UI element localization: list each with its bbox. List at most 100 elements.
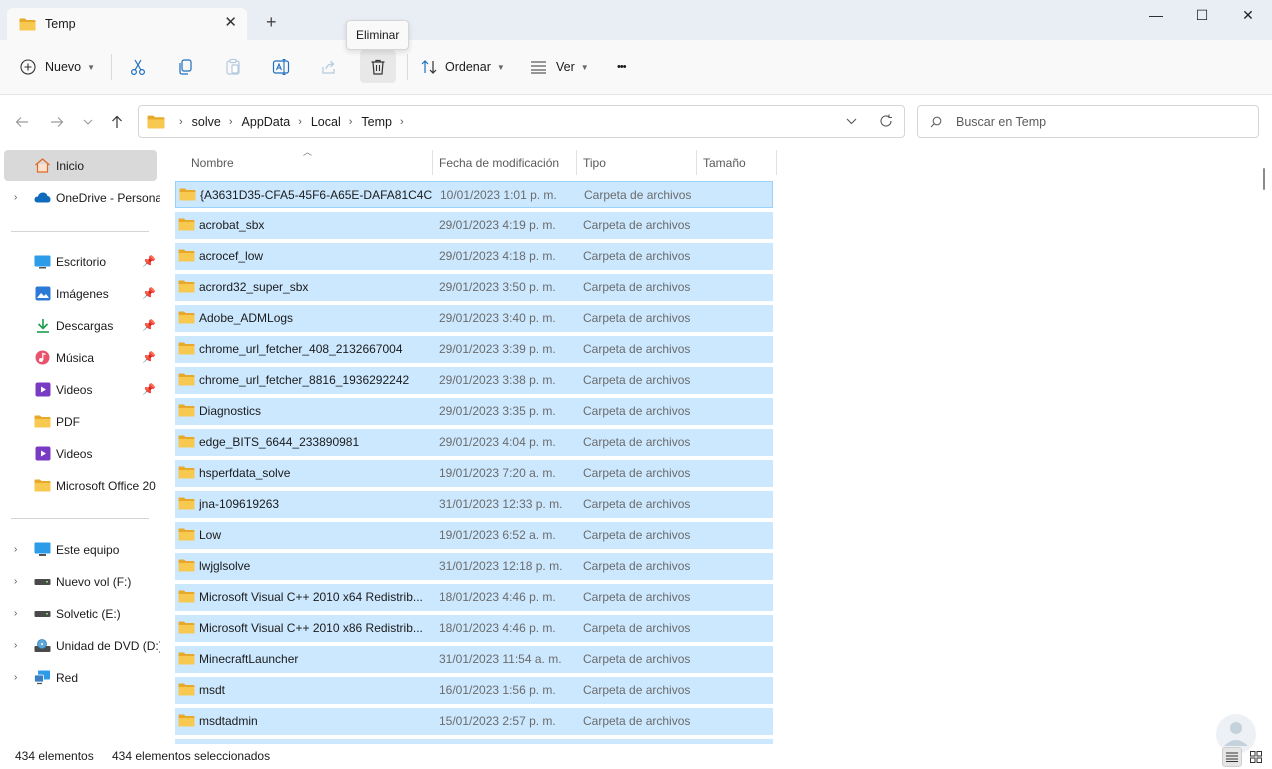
- tab-temp[interactable]: Temp ✕: [7, 8, 247, 40]
- chevron-right-icon[interactable]: ›: [14, 576, 17, 587]
- sidebar-item-escritorio[interactable]: Escritorio 📌: [4, 246, 157, 277]
- file-row[interactable]: acrobat_sbx 29/01/2023 4:19 p. m. Carpet…: [175, 212, 773, 239]
- sidebar-item-este-equipo[interactable]: › Este equipo: [4, 534, 157, 565]
- file-type: Carpeta de archivos: [583, 249, 691, 263]
- file-row[interactable]: chrome_url_fetcher_408_2132667004 29/01/…: [175, 336, 773, 363]
- file-row[interactable]: [175, 739, 773, 744]
- pin-icon: 📌: [142, 288, 156, 300]
- sidebar-item-microsoft-office[interactable]: Microsoft Office 20: [4, 470, 157, 501]
- arrow-up-icon: [112, 115, 122, 128]
- address-bar[interactable]: › solve › AppData › Local › Temp ›: [138, 105, 905, 138]
- file-type: Carpeta de archivos: [583, 621, 691, 635]
- vertical-scrollbar[interactable]: [1263, 168, 1265, 190]
- column-header-type[interactable]: Tipo: [583, 150, 606, 176]
- column-header-date[interactable]: Fecha de modificación: [439, 150, 559, 176]
- details-view-button[interactable]: [1222, 747, 1242, 767]
- view-button[interactable]: Ver ▼: [530, 52, 589, 82]
- folder-icon: [178, 218, 195, 231]
- maximize-button[interactable]: ☐: [1179, 0, 1225, 30]
- navigation-pane: Inicio › OneDrive - Persona Escritorio 📌…: [0, 145, 163, 745]
- file-row[interactable]: Low 19/01/2023 6:52 a. m. Carpeta de arc…: [175, 522, 773, 549]
- delete-button[interactable]: [360, 50, 396, 83]
- sidebar-item-descargas[interactable]: Descargas 📌: [4, 310, 157, 341]
- column-divider[interactable]: [432, 150, 433, 175]
- new-tab-button[interactable]: +: [266, 13, 277, 31]
- search-input[interactable]: Buscar en Temp: [956, 115, 1046, 129]
- file-row[interactable]: chrome_url_fetcher_8816_1936292242 29/01…: [175, 367, 773, 394]
- file-row[interactable]: Microsoft Visual C++ 2010 x64 Redistrib.…: [175, 584, 773, 611]
- sidebar-item-label: Solvetic (E:): [56, 606, 121, 621]
- column-divider[interactable]: [576, 150, 577, 175]
- file-row[interactable]: hsperfdata_solve 19/01/2023 7:20 a. m. C…: [175, 460, 773, 487]
- sidebar-item-label: Microsoft Office 20: [56, 478, 156, 493]
- file-row[interactable]: {A3631D35-CFA5-45F6-A65E-DAFA81C4C... 10…: [175, 181, 773, 208]
- chevron-down-icon: ▼: [496, 62, 505, 72]
- chevron-right-icon[interactable]: ›: [14, 640, 17, 651]
- sidebar-item-dvd[interactable]: › Unidad de DVD (D:): [4, 630, 160, 661]
- refresh-button[interactable]: [879, 114, 893, 131]
- chevron-right-icon[interactable]: ›: [14, 192, 17, 203]
- folder-icon: [178, 714, 195, 727]
- file-date: 29/01/2023 4:18 p. m.: [439, 249, 556, 263]
- column-header-size[interactable]: Tamaño: [703, 150, 746, 176]
- tiles-view-button[interactable]: [1246, 747, 1266, 767]
- sidebar-item-onedrive[interactable]: › OneDrive - Persona: [4, 182, 160, 213]
- downloads-icon: [34, 318, 51, 333]
- file-type: Carpeta de archivos: [583, 218, 691, 232]
- sidebar-item-videos-2[interactable]: Videos: [4, 438, 157, 469]
- sidebar-item-label: Videos: [56, 446, 93, 461]
- file-row[interactable]: Adobe_ADMLogs 29/01/2023 3:40 p. m. Carp…: [175, 305, 773, 332]
- up-button[interactable]: [106, 112, 128, 132]
- tab-close-button[interactable]: ✕: [224, 15, 237, 31]
- file-row[interactable]: msdtadmin 15/01/2023 2:57 p. m. Carpeta …: [175, 708, 773, 735]
- paste-button[interactable]: [216, 52, 250, 82]
- close-window-button[interactable]: ✕: [1225, 0, 1271, 30]
- tab-title: Temp: [45, 17, 76, 31]
- share-button[interactable]: [312, 52, 346, 82]
- recent-locations-button[interactable]: [77, 112, 99, 132]
- column-header-name[interactable]: Nombre: [191, 150, 234, 176]
- chevron-right-icon[interactable]: ›: [14, 672, 17, 683]
- column-divider[interactable]: [776, 150, 777, 175]
- file-date: 31/01/2023 12:33 p. m.: [439, 497, 563, 511]
- sidebar-item-videos[interactable]: Videos 📌: [4, 374, 157, 405]
- file-row[interactable]: lwjglsolve 31/01/2023 12:18 p. m. Carpet…: [175, 553, 773, 580]
- breadcrumb-solve[interactable]: solve: [192, 115, 221, 129]
- sidebar-item-imagenes[interactable]: Imágenes 📌: [4, 278, 157, 309]
- sidebar-item-musica[interactable]: Música 📌: [4, 342, 157, 373]
- minimize-button[interactable]: —: [1133, 0, 1179, 30]
- sidebar-item-solvetic[interactable]: › Solvetic (E:): [4, 598, 157, 629]
- this-pc-icon: [34, 542, 51, 557]
- file-row[interactable]: msdt 16/01/2023 1:56 p. m. Carpeta de ar…: [175, 677, 773, 704]
- rename-button[interactable]: [264, 52, 298, 82]
- sort-button[interactable]: Ordenar ▼: [421, 52, 505, 82]
- address-history-button[interactable]: [846, 113, 857, 128]
- forward-button[interactable]: [46, 112, 68, 132]
- more-options-button[interactable]: •••: [617, 52, 627, 82]
- search-box[interactable]: Buscar en Temp: [917, 105, 1259, 138]
- breadcrumb-appdata[interactable]: AppData: [242, 115, 291, 129]
- sidebar-item-red[interactable]: › Red: [4, 662, 157, 693]
- copy-button[interactable]: [168, 52, 202, 82]
- sidebar-item-label: OneDrive - Persona: [56, 190, 160, 205]
- file-row[interactable]: acrord32_super_sbx 29/01/2023 3:50 p. m.…: [175, 274, 773, 301]
- breadcrumb-local[interactable]: Local: [311, 115, 341, 129]
- file-row[interactable]: MinecraftLauncher 31/01/2023 11:54 a. m.…: [175, 646, 773, 673]
- sidebar-item-pdf[interactable]: PDF: [4, 406, 157, 437]
- chevron-right-icon[interactable]: ›: [14, 544, 17, 555]
- cut-button[interactable]: [121, 52, 155, 82]
- file-row[interactable]: edge_BITS_6644_233890981 29/01/2023 4:04…: [175, 429, 773, 456]
- file-row[interactable]: Microsoft Visual C++ 2010 x86 Redistrib.…: [175, 615, 773, 642]
- new-button[interactable]: Nuevo ▼: [20, 52, 95, 82]
- file-date: 29/01/2023 3:50 p. m.: [439, 280, 556, 294]
- folder-icon: [178, 683, 195, 696]
- file-row[interactable]: acrocef_low 29/01/2023 4:18 p. m. Carpet…: [175, 243, 773, 270]
- sidebar-item-inicio[interactable]: Inicio: [4, 150, 157, 181]
- file-row[interactable]: jna-109619263 31/01/2023 12:33 p. m. Car…: [175, 491, 773, 518]
- chevron-right-icon[interactable]: ›: [14, 608, 17, 619]
- sidebar-item-nuevo-vol[interactable]: › Nuevo vol (F:): [4, 566, 157, 597]
- breadcrumb-temp[interactable]: Temp: [361, 115, 392, 129]
- column-divider[interactable]: [696, 150, 697, 175]
- back-button[interactable]: [11, 112, 33, 132]
- file-row[interactable]: Diagnostics 29/01/2023 3:35 p. m. Carpet…: [175, 398, 773, 425]
